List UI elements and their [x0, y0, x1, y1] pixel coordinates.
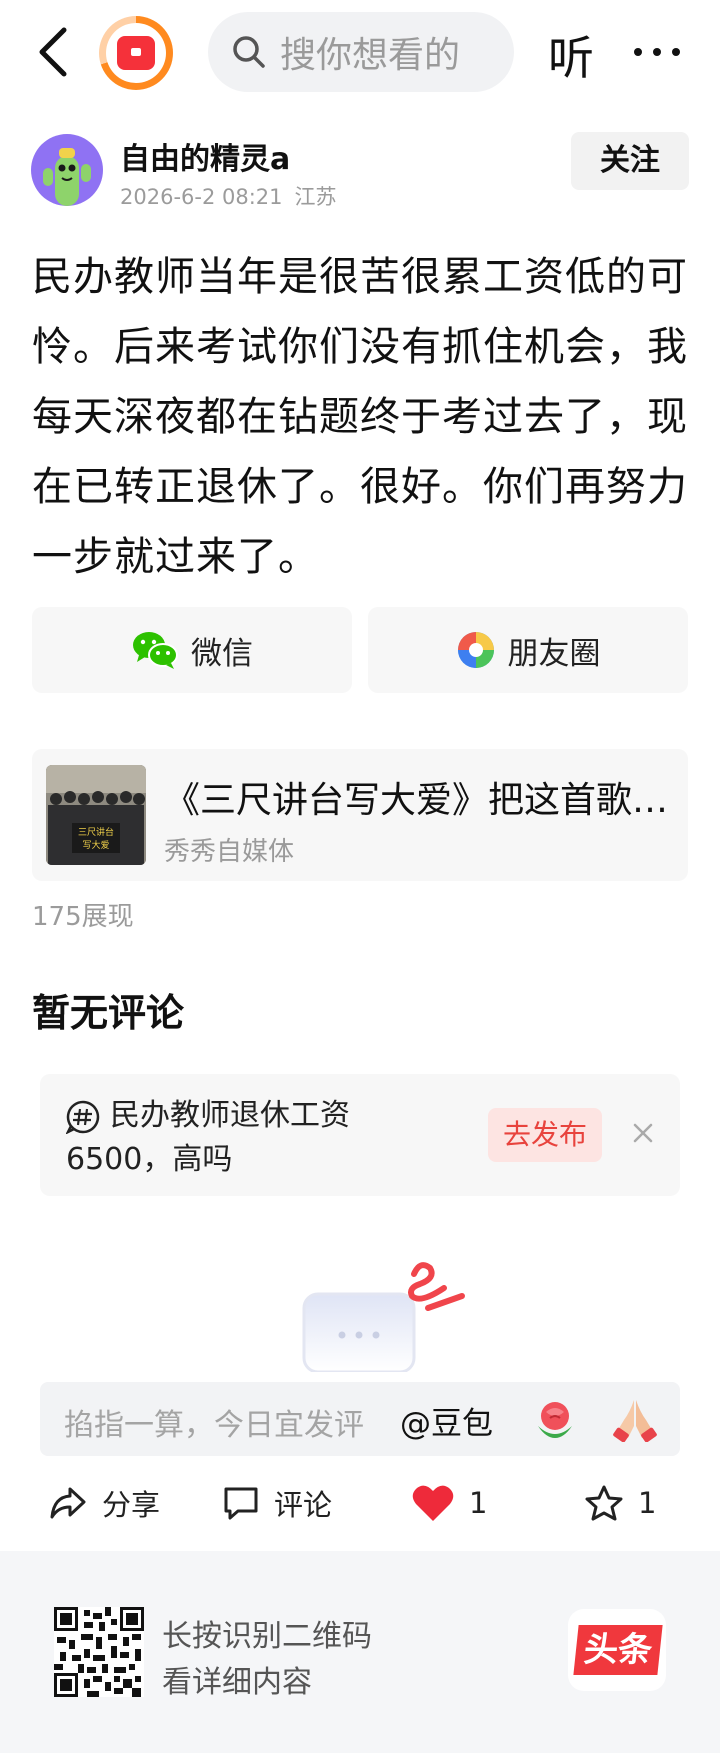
moments-camera-icon: [457, 632, 494, 668]
share-arrow-icon: [50, 1487, 86, 1519]
comment-label: 评论: [274, 1488, 333, 1522]
toutiao-logo-text: 头条: [573, 1625, 663, 1675]
author-avatar[interactable]: [31, 134, 103, 206]
app-logo-icon[interactable]: [99, 16, 173, 90]
share-wechat-button[interactable]: 微信: [32, 607, 352, 693]
article-title[interactable]: 《三尺讲台写大爱》把这首歌送给民办教师: [164, 771, 674, 823]
thumb-text-line1: 三尺讲台: [78, 826, 114, 838]
post-date: 2026-6-2 08:21: [120, 185, 283, 209]
share-moments-label: 朋友圈: [507, 635, 601, 672]
search-icon: [233, 36, 265, 68]
flower-icon[interactable]: [532, 1396, 578, 1442]
top-bar: 搜你想看的 听: [0, 0, 720, 108]
comment-input[interactable]: 掐指一算，今日宜发评 @豆包: [40, 1382, 680, 1456]
footer-scan-hint: 长按识别二维码: [162, 1619, 372, 1654]
empty-comments-illustration: [302, 1262, 465, 1372]
cactus-avatar-icon: [43, 148, 91, 206]
article-thumbnail: 三尺讲台 写大爱: [46, 765, 146, 865]
more-options-icon[interactable]: [632, 46, 682, 58]
close-icon[interactable]: [632, 1122, 654, 1144]
search-input[interactable]: 搜你想看的: [208, 12, 514, 92]
footer-detail-hint: 看详细内容: [162, 1665, 312, 1700]
view-count: 175展现: [32, 902, 134, 932]
article-source: 秀秀自媒体: [164, 837, 295, 867]
like-button[interactable]: 1: [411, 1475, 487, 1531]
qr-code[interactable]: [54, 1607, 144, 1697]
thumb-text-line2: 写大爱: [82, 839, 109, 851]
favorite-button[interactable]: 1: [584, 1475, 656, 1531]
wechat-icon: [133, 632, 178, 669]
pray-hands-icon[interactable]: [612, 1396, 658, 1442]
follow-button[interactable]: 关注: [571, 132, 689, 190]
toutiao-logo: 头条: [568, 1609, 666, 1691]
share-button[interactable]: 分享: [48, 1475, 160, 1531]
star-icon: [585, 1485, 623, 1521]
post-meta: 2026-6-2 08:21 江苏: [120, 181, 337, 211]
heart-icon: [412, 1485, 454, 1521]
post-body: 民办教师当年是很苦很累工资低的可怜。后来考试你们没有抓住机会，我每天深夜都在钻题…: [32, 254, 688, 580]
qr-footer: 长按识别二维码 看详细内容 头条: [0, 1551, 720, 1753]
like-count: 1: [469, 1486, 488, 1520]
author-name[interactable]: 自由的精灵a: [120, 134, 290, 178]
comment-placeholder: 掐指一算，今日宜发评: [64, 1408, 364, 1443]
topic-text: 民办教师退休工资6500，高吗: [66, 1098, 350, 1177]
favorite-count: 1: [638, 1486, 657, 1520]
share-wechat-label: 微信: [191, 635, 253, 672]
comment-bubble-icon: [224, 1487, 258, 1520]
topic-suggestion-card[interactable]: 民办教师退休工资6500，高吗 去发布: [40, 1074, 680, 1196]
mention-doubao-button[interactable]: @豆包: [400, 1398, 493, 1443]
share-moments-button[interactable]: 朋友圈: [368, 607, 688, 693]
action-bar: 分享 评论 1 1: [0, 1475, 720, 1531]
back-arrow-icon[interactable]: [30, 22, 78, 82]
post-location: 江苏: [294, 185, 337, 209]
listen-button[interactable]: 听: [548, 22, 594, 88]
no-comments-title: 暂无评论: [32, 991, 185, 1035]
linked-article-card[interactable]: 三尺讲台 写大爱 《三尺讲台写大爱》把这首歌送给民办教师 秀秀自媒体: [32, 749, 688, 881]
comment-button[interactable]: 评论: [222, 1475, 332, 1531]
share-label: 分享: [102, 1488, 161, 1522]
publish-button[interactable]: 去发布: [488, 1108, 602, 1162]
search-placeholder: 搜你想看的: [280, 35, 461, 76]
